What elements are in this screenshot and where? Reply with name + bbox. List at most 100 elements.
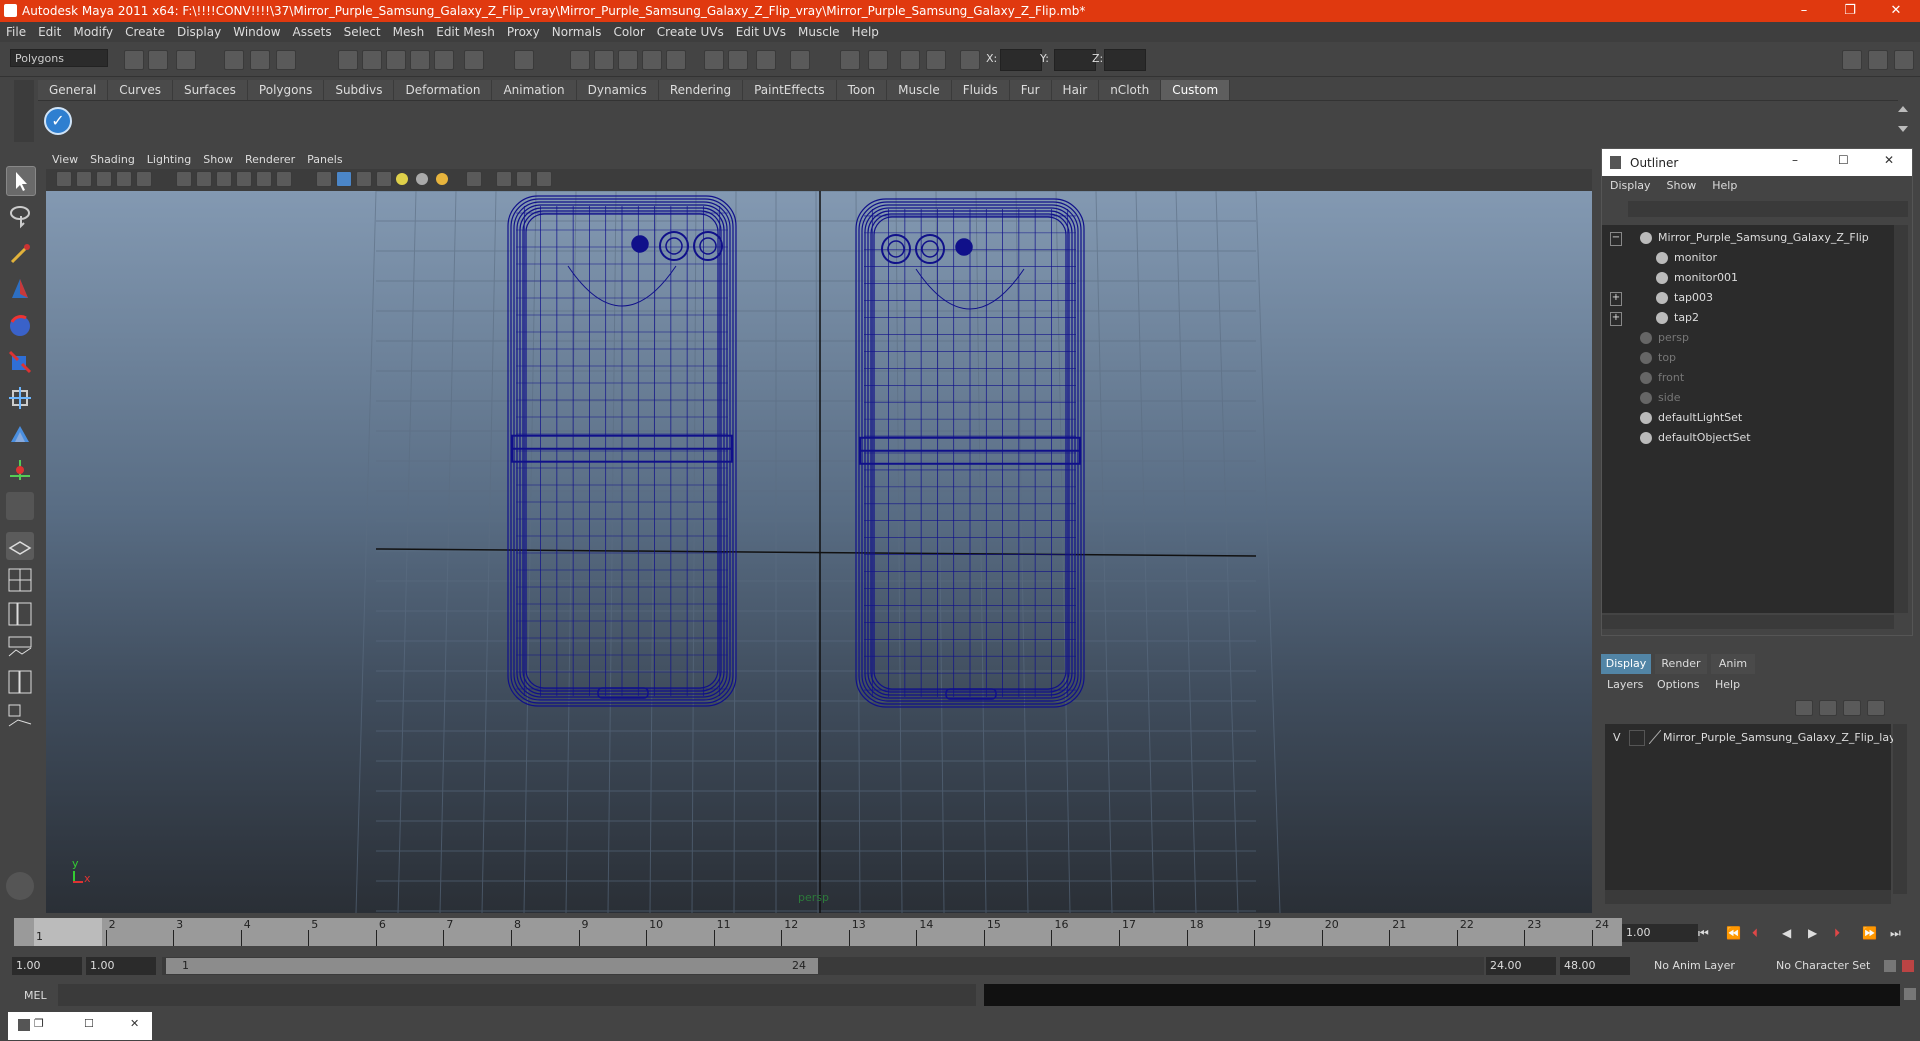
menu-normals[interactable]: Normals: [546, 22, 608, 42]
tab-fur[interactable]: Fur: [1009, 80, 1052, 100]
render-settings-icon[interactable]: [618, 50, 638, 70]
playback-start-field[interactable]: 1.00: [86, 957, 156, 975]
menu-edit[interactable]: Edit: [32, 22, 67, 42]
menu-mesh[interactable]: Mesh: [387, 22, 431, 42]
persp-graph-layout-icon[interactable]: [6, 634, 34, 662]
layer-menu-options[interactable]: Options: [1657, 678, 1699, 691]
last-tool-icon[interactable]: [6, 492, 34, 520]
step-back-frame-button[interactable]: ⏴: [1752, 926, 1758, 941]
outliner-item[interactable]: monitor: [1602, 249, 1892, 267]
outliner-vertical-scrollbar[interactable]: [1894, 225, 1908, 613]
bookmark-icon[interactable]: [96, 171, 112, 187]
layer-template-toggle[interactable]: [1629, 730, 1645, 746]
safe-title-icon[interactable]: [276, 171, 292, 187]
tab-muscle[interactable]: Muscle: [887, 80, 952, 100]
expand-toggle-icon[interactable]: +: [1610, 312, 1622, 326]
character-set-dropdown[interactable]: No Character Set: [1772, 957, 1882, 975]
outliner-horizontal-scrollbar[interactable]: [1602, 615, 1894, 629]
all-lights-icon[interactable]: [416, 173, 428, 185]
menu-select[interactable]: Select: [338, 22, 387, 42]
layer-row[interactable]: V Mirror_Purple_Samsung_Galaxy_Z_Flip_la…: [1605, 728, 1907, 748]
rotate-tool-icon[interactable]: [6, 312, 34, 340]
tab-polygons[interactable]: Polygons: [247, 80, 325, 100]
menu-window[interactable]: Window: [227, 22, 286, 42]
outliner-minimize-button[interactable]: –: [1792, 153, 1798, 167]
make-live-icon[interactable]: [434, 50, 454, 70]
current-frame-field[interactable]: 1.00: [1622, 924, 1698, 942]
isolate-select-icon[interactable]: [466, 171, 482, 187]
outliner-menu-help[interactable]: Help: [1704, 176, 1745, 196]
new-scene-icon[interactable]: [124, 50, 144, 70]
settings-gear-icon[interactable]: [6, 872, 34, 900]
tab-surfaces[interactable]: Surfaces: [172, 80, 248, 100]
select-hierarchy-icon[interactable]: [224, 50, 244, 70]
history-icon[interactable]: [464, 50, 484, 70]
snap-point-icon[interactable]: [386, 50, 406, 70]
layer-editor-icon[interactable]: [868, 50, 888, 70]
xray-joints-icon[interactable]: [516, 171, 532, 187]
grid-toggle-icon[interactable]: [136, 171, 152, 187]
time-ruler[interactable]: 123456789101112131415161718192021222324 …: [14, 918, 1622, 946]
y-input[interactable]: [1054, 49, 1096, 71]
menu-file[interactable]: File: [0, 22, 32, 42]
go-to-end-button[interactable]: ⏭: [1890, 926, 1901, 941]
step-back-key-button[interactable]: ⏪: [1726, 926, 1741, 940]
new-layer-selected-icon[interactable]: [1867, 700, 1885, 716]
current-time-indicator[interactable]: 1: [34, 918, 102, 946]
phone-wireframe-left[interactable]: [507, 195, 737, 707]
relative-mode-icon[interactable]: [960, 50, 980, 70]
render-view-icon[interactable]: [666, 50, 686, 70]
viewport-menu-show[interactable]: Show: [197, 151, 239, 169]
command-input[interactable]: [58, 984, 976, 1006]
tool-settings-icon[interactable]: [790, 50, 810, 70]
step-forward-frame-button[interactable]: ⏵: [1834, 926, 1840, 941]
close-button[interactable]: ✕: [1876, 0, 1916, 22]
close-minimized-button[interactable]: ✕: [130, 1017, 139, 1030]
textured-icon[interactable]: [376, 171, 392, 187]
tool-settings-toggle-icon[interactable]: [1894, 50, 1914, 70]
minimized-window-tab[interactable]: ❐ ☐ ✕: [8, 1012, 152, 1040]
layer-tab-anim[interactable]: Anim: [1711, 654, 1755, 674]
expand-toggle-icon[interactable]: +: [1610, 292, 1622, 306]
single-perspective-layout-icon[interactable]: [6, 532, 34, 560]
wireframe-shading-icon[interactable]: [316, 171, 332, 187]
default-lighting-icon[interactable]: [396, 173, 408, 185]
outliner-item[interactable]: monitor001: [1602, 269, 1892, 287]
play-backward-button[interactable]: ◀: [1782, 926, 1791, 940]
persp-outliner-layout-icon[interactable]: [6, 600, 34, 628]
hypershade-icon[interactable]: [642, 50, 662, 70]
camera-attributes-icon[interactable]: [76, 171, 92, 187]
select-component-icon[interactable]: [276, 50, 296, 70]
layer-menu-layers[interactable]: Layers: [1607, 678, 1643, 691]
menu-assets[interactable]: Assets: [287, 22, 338, 42]
channel-box-toggle-icon[interactable]: [1842, 50, 1862, 70]
x-input[interactable]: [1000, 49, 1042, 71]
script-editor-icon[interactable]: [1904, 988, 1916, 1000]
tab-curves[interactable]: Curves: [108, 80, 173, 100]
z-input[interactable]: [1104, 49, 1146, 71]
step-forward-key-button[interactable]: ⏩: [1862, 926, 1877, 940]
outliner-item[interactable]: + tap003: [1602, 289, 1892, 307]
layer-tab-render[interactable]: Render: [1655, 654, 1707, 674]
save-scene-icon[interactable]: [176, 50, 196, 70]
gate-mask-icon[interactable]: [216, 171, 232, 187]
layer-tab-display[interactable]: Display: [1601, 654, 1651, 674]
tab-subdivs[interactable]: Subdivs: [324, 80, 395, 100]
mode-selector[interactable]: Polygons: [10, 49, 108, 67]
tab-deformation[interactable]: Deformation: [394, 80, 493, 100]
layer-name[interactable]: Mirror_Purple_Samsung_Galaxy_Z_Flip_laye…: [1663, 731, 1907, 744]
safe-action-icon[interactable]: [256, 171, 272, 187]
play-forward-button[interactable]: ▶: [1808, 926, 1817, 940]
tab-rendering[interactable]: Rendering: [658, 80, 744, 100]
lasso-tool-icon[interactable]: [6, 202, 34, 230]
film-gate-icon[interactable]: [176, 171, 192, 187]
hypershade-layout-icon[interactable]: [6, 668, 34, 696]
outliner-close-button[interactable]: ✕: [1884, 153, 1894, 167]
perspective-viewport[interactable]: y x persp: [46, 191, 1592, 913]
shelf-options-icon[interactable]: [14, 80, 34, 142]
outliner-item[interactable]: defaultObjectSet: [1602, 429, 1892, 447]
channel-box-icon[interactable]: [840, 50, 860, 70]
outliner-menu-show[interactable]: Show: [1659, 176, 1705, 196]
menu-create[interactable]: Create: [119, 22, 171, 42]
attribute-editor-toggle-icon[interactable]: [1868, 50, 1888, 70]
